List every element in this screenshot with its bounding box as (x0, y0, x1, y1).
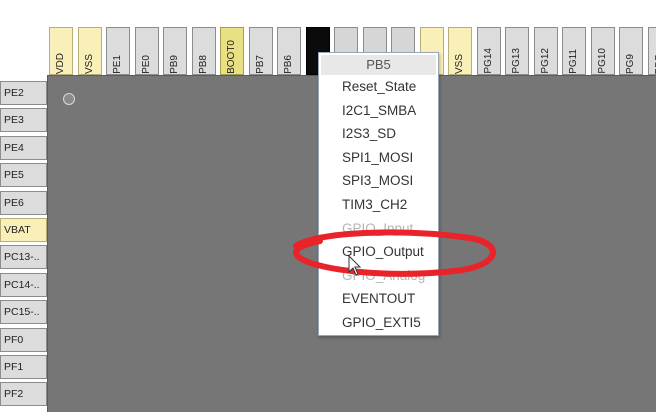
left-pin[interactable]: PC13-.. (0, 245, 47, 269)
top-pin-label: PB8 (199, 52, 209, 74)
top-pin-label: PG10 (598, 45, 608, 74)
left-pin[interactable]: PE4 (0, 136, 47, 160)
top-pin[interactable]: PG9 (619, 27, 643, 75)
top-pin-label: PG13 (512, 45, 522, 74)
top-pin[interactable]: VDD (49, 27, 73, 75)
left-pin[interactable]: PE5 (0, 163, 47, 187)
left-pin[interactable]: PC15-.. (0, 300, 47, 324)
menu-item[interactable]: EVENTOUT (319, 287, 438, 311)
menu-item[interactable]: I2S3_SD (319, 122, 438, 146)
top-pin-label: PB9 (170, 52, 180, 74)
left-pin[interactable]: PF0 (0, 328, 47, 352)
menu-item[interactable]: Reset_State (319, 75, 438, 99)
top-pin[interactable]: PG10 (591, 27, 615, 75)
top-pin[interactable]: PB6 (277, 27, 301, 75)
menu-item-list: Reset_StateI2C1_SMBAI2S3_SDSPI1_MOSISPI3… (319, 75, 438, 335)
top-pin-label: PG11 (569, 46, 579, 74)
left-pin[interactable]: PE2 (0, 81, 47, 105)
top-pin[interactable]: PE1 (106, 27, 130, 75)
left-pin[interactable]: PE3 (0, 108, 47, 132)
menu-item[interactable]: SPI1_MOSI (319, 146, 438, 170)
top-pin[interactable]: PD7 (648, 27, 656, 75)
top-pin-label: PG9 (626, 51, 636, 74)
top-pin-label: VDD (56, 50, 66, 74)
top-pin-label: PG12 (541, 45, 551, 74)
top-pin-label: VSS (455, 51, 465, 74)
menu-item[interactable]: GPIO_EXTI5 (319, 311, 438, 335)
menu-item[interactable]: TIM3_CH2 (319, 193, 438, 217)
top-pin-label: VSS (85, 51, 95, 74)
menu-item[interactable]: SPI3_MOSI (319, 169, 438, 193)
top-pin[interactable]: VSS (78, 27, 102, 75)
top-pin[interactable]: PB9 (163, 27, 187, 75)
menu-item[interactable]: GPIO_Input (319, 217, 438, 241)
left-pin[interactable]: PE6 (0, 191, 47, 215)
top-pin[interactable]: PG12 (534, 27, 558, 75)
left-pin[interactable]: PF2 (0, 382, 47, 406)
top-pin[interactable]: BOOT0 (220, 27, 244, 75)
top-pin[interactable]: PG13 (505, 27, 529, 75)
left-pin[interactable]: PC14-.. (0, 273, 47, 297)
top-pin-label: BOOT0 (227, 37, 237, 74)
menu-item[interactable]: GPIO_Analog (319, 264, 438, 288)
top-pin-label: PE1 (113, 52, 123, 74)
top-pin[interactable]: PB8 (192, 27, 216, 75)
menu-item[interactable]: I2C1_SMBA (319, 99, 438, 123)
pin1-marker-dot (63, 93, 75, 105)
menu-item[interactable]: GPIO_Output (319, 240, 438, 264)
top-pin[interactable]: PG11 (562, 27, 586, 75)
left-pin[interactable]: VBAT (0, 218, 47, 242)
pin-function-menu: PB5 Reset_StateI2C1_SMBAI2S3_SDSPI1_MOSI… (318, 52, 439, 336)
top-pin[interactable]: PB7 (249, 27, 273, 75)
top-pin[interactable]: PG14 (477, 27, 501, 75)
top-pin[interactable]: PE0 (135, 27, 159, 75)
top-pin-label: PB7 (256, 52, 266, 74)
top-pin[interactable]: VSS (448, 27, 472, 75)
top-pin-label: PG14 (484, 45, 494, 74)
top-pin-label: PE0 (142, 52, 152, 74)
left-pin[interactable]: PF1 (0, 355, 47, 379)
top-pin-label: PB6 (284, 52, 294, 74)
menu-title: PB5 (321, 55, 436, 75)
